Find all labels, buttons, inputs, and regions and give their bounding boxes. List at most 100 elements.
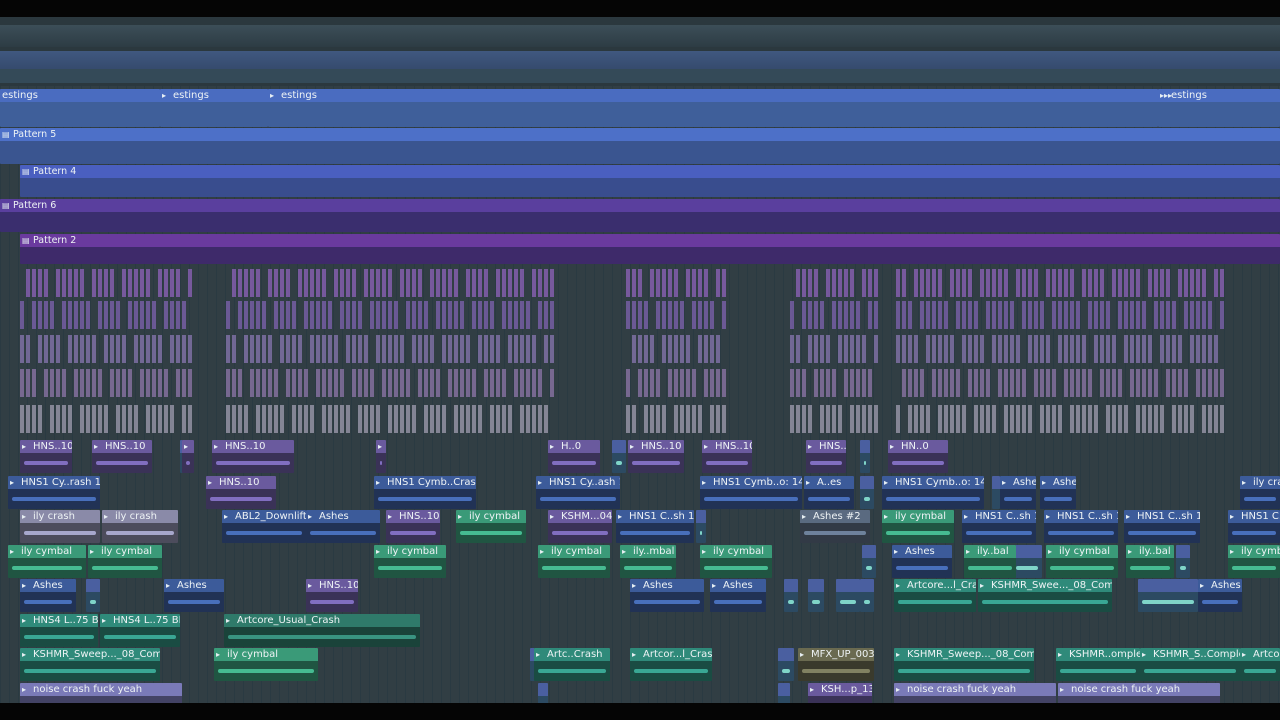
top-clip[interactable]: ▸ estings <box>160 89 268 127</box>
audio-clip[interactable]: ▸ ily cymbal <box>700 545 772 578</box>
audio-clip[interactable]: ▸ Artcore_Usual_Crash <box>224 614 420 647</box>
audio-clip[interactable]: ▸ HNS1 Cymb..o: 145.0 <box>700 476 802 509</box>
audio-clip[interactable]: ▸ KSHMR_Swee..._08_Complex <box>978 579 1112 612</box>
audio-clip[interactable]: ▸HNS..10 <box>376 440 386 473</box>
playlist-overview[interactable] <box>0 17 1280 86</box>
audio-clip[interactable]: ▸ ily cymbal <box>88 545 162 578</box>
audio-clip[interactable]: ▸ ily cymbal <box>456 510 526 543</box>
audio-clip[interactable]: ▸ KSHMR_S..Complex <box>1140 648 1240 681</box>
clip-header: ▸ KSHMR..omplex <box>1056 648 1140 661</box>
audio-clip[interactable]: ▸ Ashes <box>1040 476 1076 509</box>
pattern-clip-2[interactable]: ▤ Pattern 2 <box>20 234 1280 264</box>
audio-clip[interactable]: ▸ KSHM...04 <box>548 510 612 543</box>
audio-clip[interactable]: ▸ MFX_UP_0030 <box>798 648 874 681</box>
note-block <box>680 405 684 433</box>
audio-clip-stub[interactable] <box>1176 545 1190 578</box>
audio-clip[interactable]: ▸ H..0 <box>548 440 600 473</box>
audio-clip[interactable]: ▸ ily cymbal <box>374 545 446 578</box>
audio-clip[interactable]: ▸HNS..10 <box>806 440 846 473</box>
audio-clip[interactable]: ▸ ily..bal <box>1126 545 1174 578</box>
audio-clip[interactable]: ▸ HNS4 L..75 BPM <box>100 614 180 647</box>
top-clip[interactable]: ▸ estings <box>268 89 1158 127</box>
audio-clip-stub[interactable] <box>86 579 100 612</box>
audio-clip[interactable]: ▸ Artcore...l_Crash <box>894 579 976 612</box>
audio-clip[interactable]: ▸ ily crash <box>102 510 178 543</box>
audio-clip[interactable]: ▸ HNS1 C..sh 13 <box>616 510 694 543</box>
audio-clip[interactable]: ▸HNS..10 <box>206 476 276 509</box>
audio-clip[interactable]: ▸ Ashes <box>1000 476 1036 509</box>
audio-clip[interactable]: ▸ Artcor...l_Crash <box>630 648 712 681</box>
audio-clip[interactable]: ▸HNS..10 <box>92 440 152 473</box>
audio-clip-icon: ▸ <box>1058 650 1063 659</box>
audio-clip[interactable]: ▸ ily cymbal <box>882 510 954 543</box>
audio-clip[interactable]: ▸ HNS1 C..sh 13 <box>1044 510 1118 543</box>
audio-clip[interactable]: ▸ Ashes #2 <box>800 510 870 543</box>
pattern-clip-5[interactable]: ▤ Pattern 5 <box>0 128 1280 164</box>
note-block <box>1148 405 1152 433</box>
audio-clip-stub[interactable] <box>1138 579 1198 612</box>
audio-clip-stub[interactable] <box>1012 545 1042 578</box>
audio-clip[interactable]: ▸ Ashes <box>20 579 76 612</box>
audio-clip[interactable]: ▸ ily..mbal <box>620 545 676 578</box>
top-clip[interactable]: estings <box>0 89 160 127</box>
audio-clip[interactable]: ▸ ily cymbal <box>8 545 86 578</box>
audio-clip[interactable]: ▸ Ashes <box>1198 579 1242 612</box>
audio-clip[interactable]: ▸xeudoc..ct_3 <box>182 440 194 473</box>
audio-clip[interactable]: ▸ HNS1 Cy..rash 13 <box>8 476 100 509</box>
audio-clip[interactable]: ▸ ily cymbal <box>538 545 610 578</box>
top-clip[interactable]: ▸▸▸estings <box>1158 89 1280 127</box>
audio-clip[interactable]: ▸HNS..10 <box>386 510 440 543</box>
audio-clip[interactable]: ▸ ily crash <box>1240 476 1280 509</box>
audio-clip[interactable]: ▸ HNS1 Cymb..Crash 13 <box>374 476 476 509</box>
note-block <box>370 405 374 433</box>
audio-clip-stub[interactable] <box>808 579 824 612</box>
audio-clip[interactable]: ▸ HNS1 C.. <box>1228 510 1280 543</box>
pattern-clip-4[interactable]: ▤ Pattern 4 <box>20 165 1280 197</box>
audio-clip-stub[interactable] <box>860 579 874 612</box>
audio-clip[interactable]: ▸ ily cymbal <box>214 648 318 681</box>
playlist-window[interactable]: estings ▸ estings ▸ estings ▸▸▸estings ▤ Pa… <box>0 0 1280 720</box>
audio-clip[interactable]: ▸ Ashes <box>892 545 952 578</box>
audio-clip[interactable]: ▸ HNS1 Cy..ash 13 <box>536 476 620 509</box>
audio-clip[interactable]: ▸ HNS1 C..sh 13 <box>962 510 1036 543</box>
audio-clip-stub[interactable] <box>862 545 876 578</box>
audio-clip[interactable]: ▸ Ashes <box>630 579 704 612</box>
audio-clip-stub[interactable] <box>992 476 1000 509</box>
audio-clip[interactable]: ▸ ABL2_Downlift <box>222 510 306 543</box>
note-block <box>1202 369 1206 397</box>
audio-clip[interactable]: ▸ ily cymbal <box>1046 545 1118 578</box>
audio-clip[interactable]: ▸ KSHMR_Sweep..._08_Complex <box>894 648 1034 681</box>
audio-clip[interactable]: ▸HNS..10 <box>20 440 72 473</box>
note-block <box>808 269 812 297</box>
audio-clip[interactable]: ▸ Artc..Crash <box>534 648 610 681</box>
audio-clip-stub[interactable] <box>860 476 874 509</box>
audio-clip-stub[interactable] <box>696 510 706 543</box>
note-block <box>310 335 314 363</box>
audio-clip[interactable]: ▸ ily..bal <box>964 545 1016 578</box>
audio-clip-stub[interactable] <box>836 579 860 612</box>
audio-clip[interactable]: ▸HNS..10 <box>702 440 752 473</box>
clip-label: ABL2_Downlift <box>235 511 306 522</box>
audio-clip[interactable]: ▸ Ashes <box>164 579 224 612</box>
audio-clip[interactable]: ▸HNS..10 <box>306 579 358 612</box>
audio-clip[interactable]: ▸HNS..10 <box>628 440 684 473</box>
audio-clip-stub[interactable] <box>784 579 798 612</box>
audio-clip[interactable]: ▸ HN..0 <box>888 440 948 473</box>
audio-clip[interactable]: ▸ Ashes <box>306 510 380 543</box>
audio-clip[interactable]: ▸ HNS1 C..sh 13 <box>1124 510 1200 543</box>
audio-clip[interactable]: ▸HNS..10 <box>212 440 294 473</box>
clip-label: Ashes #2 <box>813 511 861 522</box>
audio-clip-stub[interactable] <box>612 440 626 473</box>
pattern-clip-6[interactable]: ▤ Pattern 6 <box>0 199 1280 232</box>
audio-clip[interactable]: ▸ KSHMR..omplex <box>1056 648 1140 681</box>
audio-clip[interactable]: ▸ KSHMR_Sweep..._08_Complex <box>20 648 160 681</box>
audio-clip[interactable]: ▸ ily cymb <box>1228 545 1280 578</box>
audio-clip-stub[interactable] <box>778 648 794 681</box>
audio-clip[interactable]: ▸ HNS1 Cymb..o: 145.0 <box>882 476 984 509</box>
audio-clip[interactable]: ▸ Ashes <box>710 579 766 612</box>
audio-clip[interactable]: ▸ HNS4 L..75 BPM <box>20 614 98 647</box>
audio-clip[interactable]: ▸ A..es <box>804 476 854 509</box>
audio-clip[interactable]: ▸ ily crash <box>20 510 100 543</box>
audio-clip[interactable]: ▸ Artco <box>1240 648 1280 681</box>
audio-clip-stub[interactable] <box>860 440 870 473</box>
